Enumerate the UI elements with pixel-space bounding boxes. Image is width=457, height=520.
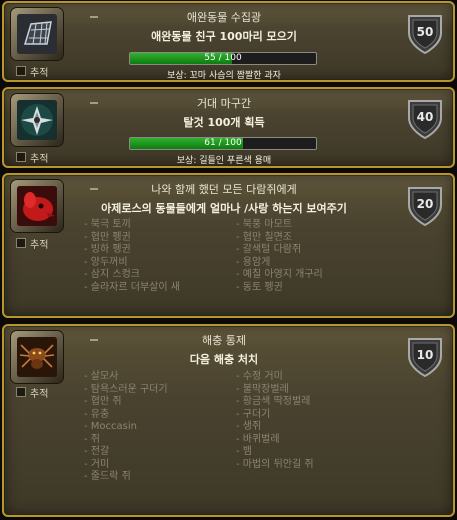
points-value: 40 xyxy=(416,110,434,124)
criteria-list-right: - 북풍 마모트 - 협만 칠면조 - 갈색털 다람쥐 - 용암게 - 예칠 아영지 개… xyxy=(236,219,323,294)
track-checkbox[interactable] xyxy=(16,387,26,397)
points-value: 10 xyxy=(416,348,434,362)
achievement-title: 해충 통제 xyxy=(202,334,246,347)
criteria-list-left: - 북극 토끼 - 협만 펭귄 - 빙하 펭귄 - 양두꺼비 - 삼지 스컹크 - 슬라자… xyxy=(84,219,180,294)
achievement-card-giant-stable[interactable]: 추적 거대 마구간 탈것 100개 획득 61 / 100 보상: 길들인 푸른… xyxy=(2,87,455,168)
achievement-description: 아제로스의 동물들에게 얼마나 /사랑 하는지 보여주기 xyxy=(101,202,347,215)
progress-text: 61 / 100 xyxy=(204,138,242,148)
criteria-item: - 살모사 xyxy=(84,371,119,382)
criteria-item: - 삼지 스컹크 xyxy=(84,269,140,280)
criteria-item: - 갈색털 다람쥐 xyxy=(236,244,302,255)
achievement-card-pest-control[interactable]: 추적 해충 통제 다음 해충 처치 - 살모사 - 탐욕스러운 구더기 - 협만 쥐… xyxy=(2,324,455,517)
progress-bar: 61 / 100 xyxy=(129,137,317,150)
track-label: 추적 xyxy=(30,154,49,165)
criteria-item: - 예칠 아영지 개구리 xyxy=(236,269,323,280)
criteria-item: - 쥐 xyxy=(84,433,100,445)
criteria-item: - Moccasin xyxy=(84,421,137,432)
criteria-item: - 탐욕스러운 구더기 xyxy=(84,383,168,395)
criteria-item: - 마법의 뒤안길 쥐 xyxy=(236,458,314,470)
criteria-list-right: - 수정 거미 - 불막장벌레 - 황금색 딱정벌레 - 구더기 - 생쥐 - 바퀴벌레 -… xyxy=(236,371,314,471)
criteria-item: - 협만 쥐 xyxy=(84,396,122,407)
track-label: 추적 xyxy=(30,68,49,79)
achievement-card-to-all-squirrels[interactable]: 추적 나와 함께 했던 모든 다람쥐에게 아제로스의 동물들에게 얼마나 /사랑… xyxy=(2,173,455,318)
criteria-item: - 생쥐 xyxy=(236,421,262,432)
achievement-title: 애완동물 수집광 xyxy=(186,11,262,24)
progress-bar: 55 / 100 xyxy=(129,52,317,65)
points-shield-icon: 10 xyxy=(407,336,443,378)
pest-spider-icon xyxy=(17,337,57,377)
criteria-item: - 줄드락 쥐 xyxy=(84,471,131,482)
criteria-item: - 뱀 xyxy=(236,446,252,457)
criteria-item: - 바퀴벌레 xyxy=(236,433,280,445)
criteria-item: - 협만 칠면조 xyxy=(236,231,292,243)
criteria-item: - 빙하 펭귄 xyxy=(84,244,131,255)
progress-text: 55 / 100 xyxy=(204,53,242,63)
achievement-icon-frame xyxy=(11,94,63,146)
criteria-list-left: - 살모사 - 탐욕스러운 구더기 - 협만 쥐- 유충 - Moccasin - 쥐-… xyxy=(84,371,168,484)
track-checkbox[interactable] xyxy=(16,238,26,248)
achievement-icon-frame xyxy=(11,8,63,60)
track-label: 추적 xyxy=(30,389,49,400)
achievement-description: 탈것 100개 획득 xyxy=(183,116,265,129)
criteria-item: - 북풍 마모트 xyxy=(236,219,292,230)
points-value: 50 xyxy=(416,25,434,39)
criteria-item: - 슬라자르 더부살이 새 xyxy=(84,281,180,293)
achievement-title: 나와 함께 했던 모든 다람쥐에게 xyxy=(151,183,297,196)
criteria-item: - 황금색 딱정벌레 xyxy=(236,396,311,407)
achievement-card-pet-collector[interactable]: 추적 애완동물 수집광 애완동물 친구 100마리 모으기 55 / 100 보… xyxy=(2,1,455,82)
reward-text: 보상: 길들인 푸른색 용매 xyxy=(176,156,272,166)
stable-bird-icon xyxy=(17,100,57,140)
red-critter-icon xyxy=(17,186,57,226)
criteria-item: - 수정 거미 xyxy=(236,371,283,382)
cage-icon xyxy=(17,14,57,54)
criteria-item: - 북극 토끼 xyxy=(84,219,131,230)
achievement-icon-frame xyxy=(11,331,63,383)
criteria-item: - 불막장벌레 xyxy=(236,383,289,395)
points-shield-icon: 50 xyxy=(407,13,443,55)
points-shield-icon: 40 xyxy=(407,98,443,140)
criteria-item: - 거미 xyxy=(84,458,110,470)
reward-text: 보상: 꼬마 사슴의 짭짤한 과자 xyxy=(167,71,281,81)
track-label: 추적 xyxy=(30,240,49,251)
points-shield-icon: 20 xyxy=(407,185,443,227)
achievement-description: 애완동물 친구 100마리 모으기 xyxy=(151,30,297,43)
criteria-item: - 구더기 xyxy=(236,408,271,420)
criteria-item: - 협만 펭귄 xyxy=(84,231,131,243)
points-value: 20 xyxy=(416,197,434,211)
achievement-description: 다음 해충 처치 xyxy=(189,353,259,366)
criteria-item: - 용암게 xyxy=(236,256,271,268)
track-checkbox[interactable] xyxy=(16,152,26,162)
criteria-item: - 양두꺼비 xyxy=(84,256,128,268)
criteria-item: - 동토 펭귄 xyxy=(236,281,283,293)
achievement-list: 추적 애완동물 수집광 애완동물 친구 100마리 모으기 55 / 100 보… xyxy=(0,0,457,520)
criteria-item: - 유충 xyxy=(84,408,110,420)
track-checkbox[interactable] xyxy=(16,66,26,76)
criteria-item: - 전갈 xyxy=(84,446,110,457)
achievement-title: 거대 마구간 xyxy=(196,97,252,110)
achievement-icon-frame xyxy=(11,180,63,232)
